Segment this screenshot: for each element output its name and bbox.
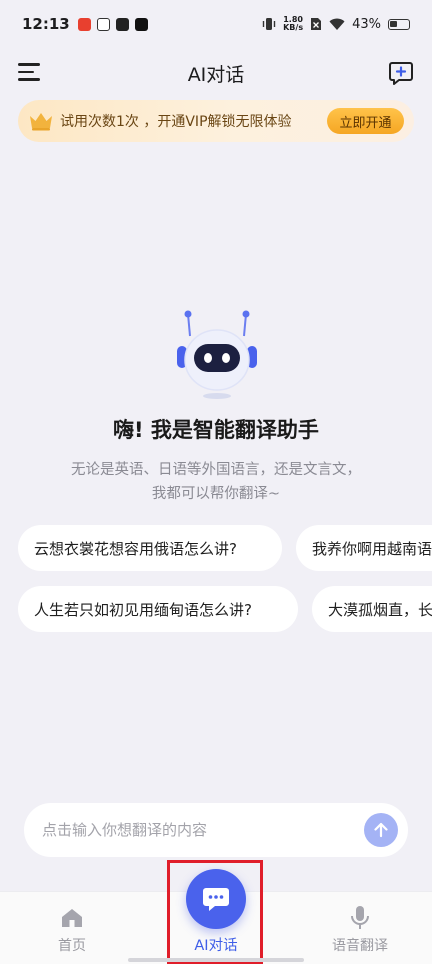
battery-icon: [388, 18, 410, 30]
menu-icon[interactable]: [18, 63, 40, 83]
battery-fill: [390, 20, 398, 27]
suggestion-chip[interactable]: 云想衣裳花想容用俄语怎么讲?: [18, 525, 282, 571]
net-speed-unit: KB/s: [283, 23, 304, 32]
microphone-icon: [351, 906, 369, 929]
robot-mascot-icon: [177, 310, 257, 399]
ai-chat-tab-button[interactable]: [186, 869, 246, 929]
vip-text: 试用次数1次 ，开通VIP解锁无限体验: [60, 114, 292, 130]
header: AI对话: [0, 50, 432, 96]
nav-label-home: 首页: [58, 938, 86, 954]
status-right: 1.80 KB/s 43%: [262, 16, 410, 32]
page-title: AI对话: [187, 63, 245, 86]
send-button[interactable]: [364, 813, 398, 847]
net-speed: 1.80 KB/s: [283, 16, 303, 32]
home-indicator: [128, 958, 304, 962]
suggestion-chip[interactable]: 人生若只如初见用缅甸语怎么讲?: [18, 586, 298, 632]
home-icon: [62, 909, 82, 927]
app-notification-icon: [115, 17, 129, 31]
vip-banner[interactable]: 试用次数1次 ，开通VIP解锁无限体验 立即开通: [18, 100, 414, 142]
arrow-up-icon: [374, 822, 388, 838]
nav-label-voice-translate: 语音翻译: [332, 938, 388, 954]
suggestion-chip[interactable]: 大漠孤烟直，长河落日圆: [312, 586, 432, 632]
greeting-subtitle: 无论是英语、日语等外国语言，还是文言文， 我都可以帮你翻译~: [40, 458, 392, 506]
nav-item-voice-translate[interactable]: 语音翻译: [288, 892, 432, 964]
suggestion-chip[interactable]: 我养你啊用越南语怎么讲?: [296, 525, 432, 571]
activate-vip-button[interactable]: 立即开通: [327, 108, 404, 134]
app-notification-icon: [96, 17, 110, 31]
nav-label-ai-chat: AI对话: [194, 938, 238, 954]
tiktok-icon: [134, 17, 148, 31]
vibrate-icon: [262, 18, 276, 30]
battery-percent: 43%: [352, 16, 381, 32]
app-notification-icon: [77, 17, 91, 31]
chat-bubble-icon: [203, 888, 229, 911]
nav-item-home[interactable]: 首页: [0, 892, 144, 964]
translate-input[interactable]: [42, 821, 342, 839]
no-sim-icon: [311, 18, 322, 30]
status-time: 12:13: [22, 15, 70, 33]
translate-input-bar: [24, 803, 408, 857]
greeting-title: 嗨! 我是智能翻译助手: [113, 418, 319, 442]
status-bar: 12:13 1.80 KB/s 43%: [0, 0, 432, 48]
greeting-line-1: 无论是英语、日语等外国语言，还是文言文，: [71, 462, 361, 478]
new-chat-icon[interactable]: [388, 60, 414, 86]
wifi-icon: [329, 18, 345, 30]
crown-icon: [30, 113, 52, 131]
greeting-line-2: 我都可以帮你翻译~: [151, 486, 281, 502]
